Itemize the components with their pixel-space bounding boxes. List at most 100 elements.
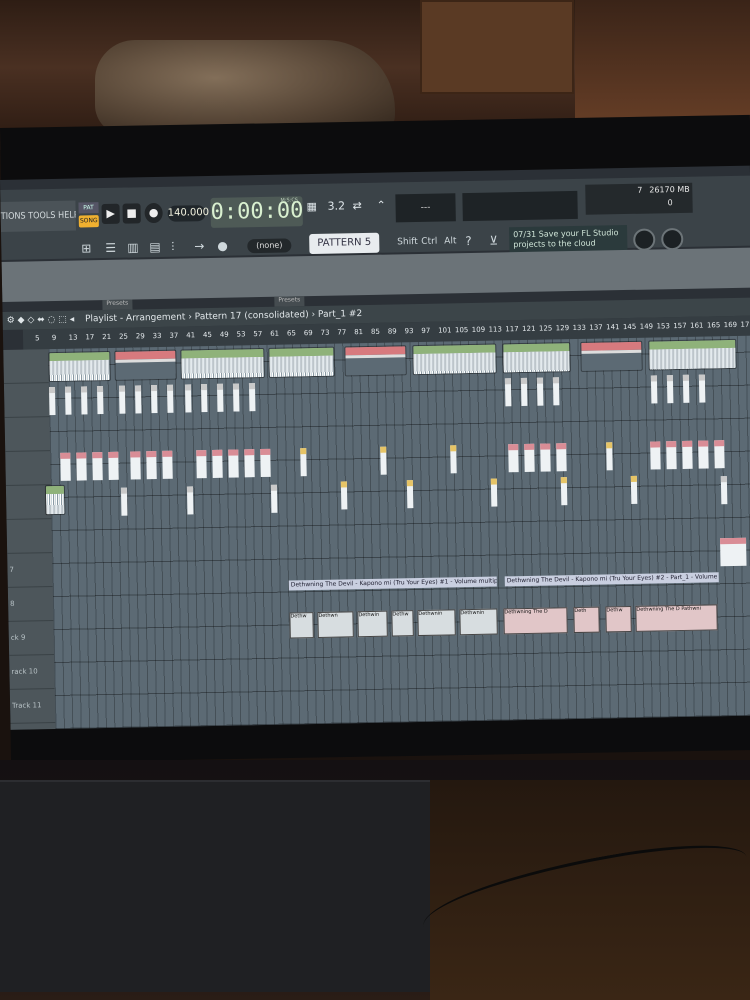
- master-volume-knob[interactable]: [633, 228, 656, 251]
- stop-button[interactable]: ■: [122, 203, 141, 224]
- pattern-block[interactable]: [232, 383, 240, 412]
- playlist-pattern[interactable]: Pattern 17 (consolidated): [195, 310, 309, 322]
- pattern-block[interactable]: [520, 377, 528, 407]
- pattern-block[interactable]: [64, 386, 72, 415]
- browser-icon[interactable]: ▤: [149, 240, 161, 254]
- audio-segment[interactable]: Dethwin: [357, 610, 388, 638]
- mixer-icon[interactable]: ⫶: [171, 240, 174, 255]
- master-pitch-knob[interactable]: [661, 227, 684, 251]
- tempo-display[interactable]: 140.000: [167, 205, 209, 222]
- song-mode[interactable]: SONG: [78, 215, 99, 228]
- audio-clip[interactable]: [344, 345, 407, 377]
- main-menu[interactable]: TIONS TOOLS HELP: [0, 200, 76, 232]
- pattern-block[interactable]: [76, 452, 87, 481]
- pattern-block[interactable]: [216, 383, 224, 412]
- arrow-right-icon[interactable]: →: [194, 239, 204, 253]
- track-header[interactable]: [3, 383, 50, 418]
- audio-clip[interactable]: [412, 343, 497, 376]
- pattern-block[interactable]: [714, 440, 725, 469]
- pattern-block[interactable]: [630, 475, 638, 504]
- ctrl-key[interactable]: Ctrl: [421, 237, 437, 247]
- pattern-block[interactable]: [130, 451, 141, 480]
- audio-segment[interactable]: Deth: [573, 606, 600, 634]
- track-header[interactable]: rack 10: [9, 655, 55, 690]
- audio-segment[interactable]: Dethw: [391, 610, 414, 637]
- presets-tab[interactable]: Presets: [102, 299, 133, 311]
- pattern-block[interactable]: [162, 450, 173, 479]
- pattern-block[interactable]: [146, 451, 157, 480]
- pattern-block[interactable]: [108, 451, 119, 480]
- cart-icon[interactable]: ⊻: [489, 233, 498, 247]
- pattern-block[interactable]: [212, 449, 223, 478]
- audio-segment[interactable]: Dethwn: [317, 611, 354, 638]
- pattern-block[interactable]: [682, 374, 690, 403]
- pattern-block[interactable]: [200, 384, 208, 413]
- audio-clip[interactable]: [114, 349, 177, 381]
- pattern-block[interactable]: [698, 440, 709, 469]
- pattern-block[interactable]: [118, 385, 126, 414]
- play-button[interactable]: ▶: [101, 203, 120, 225]
- track-header[interactable]: ck 9: [8, 621, 55, 656]
- automation-clip[interactable]: Dethwning The Devil - Kapono mi (Tru You…: [288, 576, 497, 591]
- snap-icon[interactable]: ⊞: [81, 241, 91, 255]
- pattern-block[interactable]: [270, 484, 278, 513]
- playlist-grid[interactable]: Dethwning The Devil - Kapono mi (Tru You…: [44, 335, 750, 730]
- audio-clip[interactable]: [502, 342, 571, 374]
- track-header[interactable]: Track 11: [9, 689, 56, 724]
- shift-key[interactable]: Shift: [397, 237, 418, 247]
- track-header[interactable]: 7: [7, 553, 53, 588]
- metronome-icon[interactable]: ⌃: [376, 199, 385, 212]
- pattern-block[interactable]: [666, 441, 677, 470]
- alt-key[interactable]: Alt: [444, 236, 456, 246]
- pattern-block[interactable]: [450, 445, 457, 474]
- pattern-selector[interactable]: PATTERN 5: [309, 232, 380, 255]
- pattern-block[interactable]: [380, 446, 387, 475]
- pattern-block[interactable]: [650, 375, 658, 404]
- pattern-block[interactable]: [120, 487, 128, 516]
- playlist-part[interactable]: Part_1 #2: [318, 309, 362, 320]
- keyboard-icon[interactable]: ▦: [306, 200, 317, 213]
- pattern-block[interactable]: [228, 449, 239, 478]
- news-hint[interactable]: 07/31 Save your FL Studio projects to th…: [509, 224, 628, 254]
- pat-song-switch[interactable]: PAT SONG: [78, 202, 99, 228]
- audio-segment[interactable]: Dethwning The D: [503, 607, 568, 635]
- step-counter[interactable]: 3.2: [327, 199, 345, 212]
- playlist-icon[interactable]: ☰: [105, 241, 116, 255]
- pattern-block[interactable]: [556, 443, 567, 472]
- track-header[interactable]: [5, 451, 51, 486]
- pattern-block[interactable]: [504, 378, 512, 407]
- pattern-block[interactable]: [340, 481, 348, 510]
- pattern-block[interactable]: [48, 386, 56, 416]
- pattern-block[interactable]: [96, 386, 104, 415]
- pattern-block[interactable]: [196, 450, 207, 479]
- pattern-block[interactable]: [300, 448, 307, 477]
- pat-mode[interactable]: PAT: [78, 202, 99, 214]
- audio-segment[interactable]: Dethw: [605, 605, 632, 633]
- pattern-block[interactable]: [720, 537, 747, 567]
- pattern-block[interactable]: [184, 384, 192, 413]
- pattern-block[interactable]: [134, 385, 142, 414]
- automation-clip[interactable]: Dethwning The Devil - Kapono mi (Tru You…: [504, 572, 719, 587]
- pattern-block[interactable]: [260, 448, 271, 478]
- track-header[interactable]: [6, 519, 53, 554]
- pattern-block[interactable]: [650, 441, 661, 470]
- pattern-block[interactable]: [552, 377, 560, 406]
- presets-tab[interactable]: Presets: [274, 296, 305, 307]
- pattern-block[interactable]: [536, 377, 544, 406]
- pattern-block[interactable]: [406, 480, 414, 509]
- pattern-block[interactable]: [92, 452, 103, 481]
- pattern-block[interactable]: [720, 476, 728, 505]
- pattern-block[interactable]: [80, 386, 88, 415]
- audio-clip[interactable]: [44, 484, 66, 516]
- record-button[interactable]: ●: [144, 202, 163, 224]
- pattern-block[interactable]: [606, 442, 613, 471]
- audio-clip[interactable]: [648, 338, 737, 371]
- pattern-block[interactable]: [248, 383, 256, 412]
- pattern-block[interactable]: [150, 385, 158, 414]
- track-header[interactable]: [4, 417, 51, 452]
- pattern-block[interactable]: [166, 384, 174, 413]
- audio-clip[interactable]: [268, 346, 335, 378]
- channel-selector[interactable]: (none): [247, 238, 292, 254]
- audio-segment[interactable]: Dethwnin: [459, 608, 498, 636]
- loop-record-icon[interactable]: ⇄: [352, 199, 361, 212]
